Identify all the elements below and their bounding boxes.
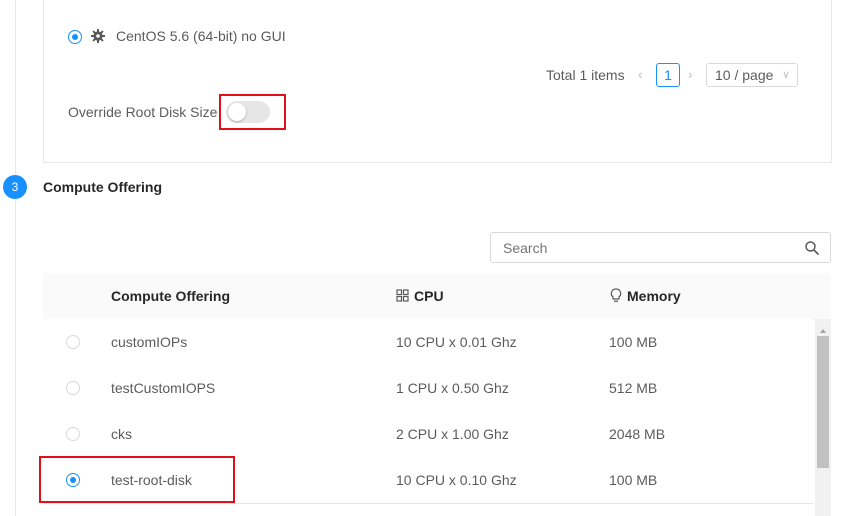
row-cpu: 2 CPU x 1.00 Ghz — [396, 426, 509, 442]
row-cpu: 10 CPU x 0.01 Ghz — [396, 334, 517, 350]
pagination-total: Total 1 items — [546, 67, 625, 83]
override-root-disk-label: Override Root Disk Size — [68, 104, 218, 120]
scroll-up-arrow-icon[interactable] — [819, 322, 827, 333]
cpu-icon — [396, 289, 409, 302]
row-offering-name: testCustomIOPS — [111, 380, 216, 396]
search-box[interactable] — [490, 232, 831, 263]
page-size-select[interactable]: 10 / page ∨ — [706, 63, 798, 87]
next-page-icon[interactable]: › — [688, 66, 693, 82]
column-header-cpu[interactable]: CPU — [414, 288, 444, 304]
row-cpu: 1 CPU x 0.50 Ghz — [396, 380, 509, 396]
row-radio-testCustomIOPS[interactable] — [66, 381, 80, 395]
step-title: Compute Offering — [43, 179, 162, 195]
search-icon[interactable] — [804, 240, 820, 256]
row-radio-cks[interactable] — [66, 427, 80, 441]
page-1-button[interactable]: 1 — [656, 63, 680, 87]
row-offering-name: cks — [111, 426, 132, 442]
row-memory: 100 MB — [609, 334, 658, 350]
template-radio[interactable] — [68, 30, 82, 44]
page-size-value: 10 / page — [715, 67, 774, 83]
row-memory: 100 MB — [609, 472, 658, 488]
step-number: 3 — [3, 175, 27, 199]
column-header-memory[interactable]: Memory — [627, 288, 681, 304]
chevron-down-icon: ∨ — [781, 69, 790, 81]
row-radio-customIOPs[interactable] — [66, 335, 80, 349]
scrollbar-thumb[interactable] — [817, 336, 829, 468]
search-input[interactable] — [501, 239, 785, 257]
column-header-compute-offering[interactable]: Compute Offering — [111, 288, 230, 304]
gear-icon — [90, 28, 106, 44]
row-cpu: 10 CPU x 0.10 Ghz — [396, 472, 517, 488]
row-memory: 512 MB — [609, 380, 658, 396]
bulb-icon — [610, 288, 622, 303]
step-connector-line — [15, 0, 16, 516]
template-name: CentOS 5.6 (64-bit) no GUI — [116, 28, 286, 44]
prev-page-icon[interactable]: ‹ — [638, 66, 643, 82]
row-memory: 2048 MB — [609, 426, 666, 442]
row-offering-name: customIOPs — [111, 334, 188, 350]
highlight-box-switch — [219, 94, 286, 130]
highlight-box-row — [39, 456, 235, 503]
